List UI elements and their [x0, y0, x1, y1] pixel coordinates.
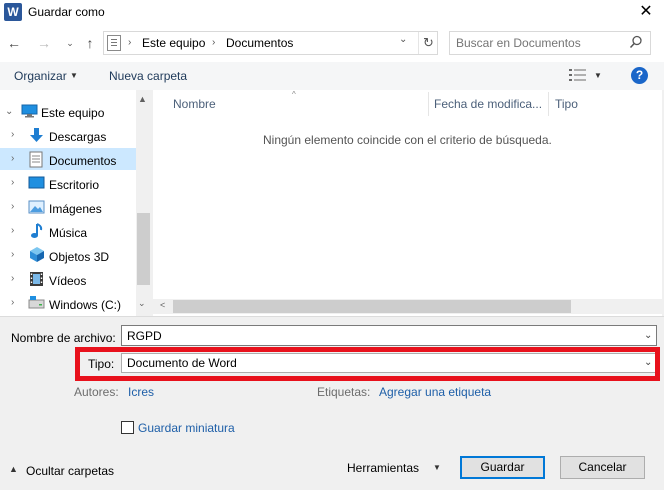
up-arrow-icon[interactable]: ↑	[80, 33, 100, 53]
computer-icon	[21, 104, 38, 118]
column-header-tipo[interactable]: Tipo	[555, 97, 578, 111]
column-divider[interactable]	[428, 92, 429, 116]
sidebar-item-label: Descargas	[49, 130, 107, 144]
sidebar-item-label: Documentos	[49, 154, 117, 168]
search-icon[interactable]	[628, 34, 644, 50]
authors-value[interactable]: Icres	[128, 385, 154, 399]
view-options-icon[interactable]	[568, 68, 588, 82]
collapsed-chevron-icon[interactable]: ›	[11, 201, 14, 212]
document-icon	[29, 151, 43, 168]
scroll-up-icon[interactable]: ▲	[138, 94, 147, 104]
sort-ascending-icon: ^	[292, 90, 296, 99]
column-header-nombre[interactable]: Nombre	[173, 97, 216, 111]
collapsed-chevron-icon[interactable]: ›	[11, 153, 14, 164]
desktop-icon	[28, 176, 45, 189]
close-button[interactable]: ✕	[628, 0, 664, 24]
expanded-chevron-icon[interactable]: ⌄	[5, 106, 13, 117]
sidebar-item-label: Escritorio	[49, 178, 100, 192]
caret-down-icon[interactable]: ▼	[594, 71, 602, 80]
word-app-icon: W	[4, 3, 22, 21]
drive-icon	[28, 296, 45, 309]
tools-button[interactable]: Herramientas	[347, 461, 419, 475]
collapsed-chevron-icon[interactable]: ›	[11, 249, 14, 260]
music-icon	[31, 223, 43, 238]
cancel-button[interactable]: Cancelar	[560, 456, 645, 479]
empty-folder-message: Ningún elemento coincide con el criterio…	[263, 133, 552, 147]
tags-label: Etiquetas:	[317, 385, 371, 399]
save-thumbnail-checkbox[interactable]	[121, 421, 134, 434]
sidebar-item-label: Música	[49, 226, 88, 240]
save-thumbnail-label[interactable]: Guardar miniatura	[138, 421, 235, 435]
sidebar-item-label: Este equipo	[41, 106, 105, 120]
breadcrumb-documentos[interactable]: Documentos	[226, 36, 293, 50]
scroll-left-icon[interactable]: <	[160, 300, 165, 310]
file-list	[153, 90, 662, 316]
collapsed-chevron-icon[interactable]: ›	[11, 225, 14, 236]
pictures-icon	[28, 200, 45, 214]
window-title: Guardar como	[28, 5, 105, 19]
command-bar	[0, 62, 664, 90]
collapsed-chevron-icon[interactable]: ›	[11, 297, 14, 308]
filename-input[interactable]	[127, 329, 632, 343]
red-highlight-annotation	[75, 347, 660, 381]
add-tag-link[interactable]: Agregar una etiqueta	[379, 385, 491, 399]
document-location-icon	[107, 35, 121, 51]
breadcrumb-separator-icon[interactable]: ›	[212, 37, 215, 48]
sidebar-item-label: Imágenes	[49, 202, 102, 216]
hide-folders-button[interactable]: Ocultar carpetas	[26, 464, 114, 478]
organize-button[interactable]: Organizar	[14, 69, 67, 83]
refresh-icon[interactable]: ↻	[418, 32, 438, 54]
caret-down-icon[interactable]: ▼	[70, 71, 78, 80]
scroll-thumb[interactable]	[137, 213, 150, 285]
caret-down-icon[interactable]: ▼	[433, 463, 441, 472]
chevron-down-icon[interactable]: ⌄	[644, 330, 652, 341]
new-folder-button[interactable]: Nueva carpeta	[109, 69, 187, 83]
sidebar-item-label: Vídeos	[49, 274, 87, 288]
scroll-thumb[interactable]	[173, 300, 571, 313]
save-button[interactable]: Guardar	[460, 456, 545, 479]
recent-locations-chevron-icon[interactable]: ⌄	[60, 33, 80, 53]
videos-icon	[30, 272, 43, 286]
back-arrow-icon[interactable]: ←	[4, 33, 24, 53]
collapsed-chevron-icon[interactable]: ›	[11, 273, 14, 284]
scroll-down-icon[interactable]: ⌄	[138, 298, 146, 309]
download-icon	[30, 128, 43, 142]
address-dropdown-icon[interactable]: ⌄	[399, 34, 407, 45]
column-divider[interactable]	[548, 92, 549, 116]
authors-label: Autores:	[74, 385, 119, 399]
help-icon[interactable]: ?	[631, 67, 648, 84]
search-input[interactable]	[456, 36, 626, 50]
breadcrumb-separator-icon[interactable]: ›	[128, 37, 131, 48]
divider	[0, 316, 664, 317]
sidebar-item-label: Windows (C:)	[49, 298, 122, 312]
chevron-up-icon[interactable]: ▲	[9, 464, 18, 474]
forward-arrow-icon[interactable]: →	[34, 33, 54, 53]
objects-3d-icon	[30, 247, 44, 262]
collapsed-chevron-icon[interactable]: ›	[11, 129, 14, 140]
sidebar-item-label: Objetos 3D	[49, 250, 110, 264]
column-header-fecha[interactable]: Fecha de modifica...	[434, 97, 542, 111]
collapsed-chevron-icon[interactable]: ›	[11, 177, 14, 188]
breadcrumb-este-equipo[interactable]: Este equipo	[142, 36, 205, 50]
filename-label: Nombre de archivo:	[11, 331, 116, 345]
